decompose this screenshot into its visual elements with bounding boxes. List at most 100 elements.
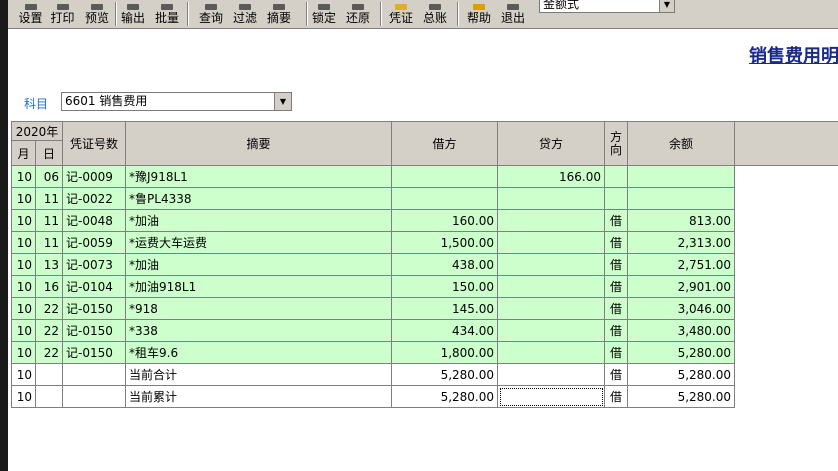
settings-button[interactable]: 设置 <box>16 0 45 27</box>
query-label: 查询 <box>198 11 223 25</box>
direction-cell: 借 <box>604 297 629 320</box>
debit-cell: 1,800.00 <box>391 341 499 364</box>
voucher-cell[interactable]: 记-0104 <box>62 275 127 298</box>
cumulative-row: 10 当前累计 5,280.00 借 5,280.00 <box>11 385 838 408</box>
query-button[interactable]: 查询 <box>196 0 226 27</box>
row-filler <box>734 363 838 386</box>
summary-button[interactable]: 摘要 <box>264 0 294 27</box>
debit-header[interactable]: 借方 <box>391 121 499 166</box>
exit-icon <box>507 4 519 10</box>
credit-header[interactable]: 贷方 <box>497 121 606 166</box>
month-cell: 10 <box>11 165 36 188</box>
voucher-cell[interactable]: 记-0150 <box>62 341 127 364</box>
ledger-table: 2020年 凭证号数 摘要 借方 贷方 方向 余额 月 日 10 06 记-00… <box>10 121 838 408</box>
voucher-cell[interactable]: 记-0150 <box>62 319 127 342</box>
subject-label: 科目 <box>24 97 49 111</box>
lock-icon <box>318 4 330 10</box>
credit-cell[interactable] <box>497 385 606 408</box>
year-header: 2020年 <box>10 121 64 141</box>
restore-icon <box>352 4 364 10</box>
balance-cell: 5,280.00 <box>627 385 736 408</box>
voucher-cell[interactable]: 记-0059 <box>62 231 127 254</box>
table-row[interactable]: 10 22 记-0150 *租车9.6 1,800.00 借 5,280.00 <box>11 341 838 364</box>
lock-button[interactable]: 锁定 <box>309 0 339 27</box>
batch-button[interactable]: 批量 <box>152 0 182 27</box>
direction-cell: 借 <box>604 209 629 232</box>
direction-cell: 借 <box>604 231 629 254</box>
voucher-cell[interactable]: 记-0073 <box>62 253 127 276</box>
help-button[interactable]: 帮助 <box>464 0 494 27</box>
toolbar-separator <box>457 2 459 26</box>
filter-button[interactable]: 过滤 <box>230 0 260 27</box>
table-row[interactable]: 10 22 记-0150 *918 145.00 借 3,046.00 <box>11 297 838 320</box>
row-filler <box>734 165 838 188</box>
debit-cell: 145.00 <box>391 297 499 320</box>
voucher-button[interactable]: 凭证 <box>386 0 416 27</box>
row-filler <box>734 297 838 320</box>
debit-cell: 5,280.00 <box>391 363 499 386</box>
day-cell: 16 <box>34 275 64 298</box>
table-row[interactable]: 10 11 记-0048 *加油 160.00 借 813.00 <box>11 209 838 232</box>
debit-cell: 5,280.00 <box>391 385 499 408</box>
debit-cell <box>391 187 499 210</box>
preview-button[interactable]: 预览 <box>82 0 112 27</box>
window-left-edge <box>0 0 8 471</box>
balance-cell: 813.00 <box>627 209 736 232</box>
day-cell: 13 <box>34 253 64 276</box>
month-cell: 10 <box>11 275 36 298</box>
credit-cell <box>497 209 606 232</box>
voucher-cell[interactable]: 记-0009 <box>62 165 127 188</box>
voucher-cell <box>62 385 127 408</box>
toolbar-separator <box>306 2 308 26</box>
export-button[interactable]: 输出 <box>118 0 148 27</box>
day-cell <box>34 385 64 408</box>
row-filler <box>734 209 838 232</box>
month-header[interactable]: 月 <box>11 140 36 166</box>
ledger-label: 总账 <box>422 11 447 25</box>
voucher-cell[interactable]: 记-0048 <box>62 209 127 232</box>
display-style-select[interactable]: 金额式 ▼ <box>539 0 675 13</box>
voucher-header[interactable]: 凭证号数 <box>62 121 127 166</box>
chevron-down-icon[interactable]: ▼ <box>659 0 674 12</box>
exit-button[interactable]: 退出 <box>498 0 528 27</box>
summary-icon <box>273 4 285 10</box>
table-row[interactable]: 10 06 记-0009 *豫J918L1 166.00 <box>11 165 838 188</box>
subject-select[interactable]: 6601 销售费用 ▼ <box>61 92 292 111</box>
direction-header-label: 方向 <box>610 129 623 157</box>
table-row[interactable]: 10 11 记-0022 *鲁PL4338 <box>11 187 838 210</box>
settings-label: 设置 <box>18 11 43 25</box>
print-button[interactable]: 打印 <box>48 0 77 27</box>
ledger-icon <box>429 4 441 10</box>
table-row[interactable]: 10 13 记-0073 *加油 438.00 借 2,751.00 <box>11 253 838 276</box>
restore-label: 还原 <box>345 11 370 25</box>
total-row: 10 当前合计 5,280.00 借 5,280.00 <box>11 363 838 386</box>
month-cell: 10 <box>11 297 36 320</box>
balance-cell <box>627 165 736 188</box>
summary-cell: *918 <box>125 297 393 320</box>
voucher-cell <box>62 363 127 386</box>
summary-header[interactable]: 摘要 <box>125 121 393 166</box>
day-header[interactable]: 日 <box>34 140 64 166</box>
balance-cell: 2,313.00 <box>627 231 736 254</box>
summary-label: 摘要 <box>266 11 291 25</box>
row-filler <box>734 187 838 210</box>
month-cell: 10 <box>11 319 36 342</box>
ledger-button[interactable]: 总账 <box>420 0 450 27</box>
toolbar-separator <box>380 2 382 26</box>
summary-cell: *运费大车运费 <box>125 231 393 254</box>
table-row[interactable]: 10 16 记-0104 *加油918L1 150.00 借 2,901.00 <box>11 275 838 298</box>
month-cell: 10 <box>11 385 36 408</box>
chevron-down-icon[interactable]: ▼ <box>274 93 291 110</box>
debit-cell: 150.00 <box>391 275 499 298</box>
restore-button[interactable]: 还原 <box>343 0 373 27</box>
table-row[interactable]: 10 22 记-0150 *338 434.00 借 3,480.00 <box>11 319 838 342</box>
voucher-cell[interactable]: 记-0022 <box>62 187 127 210</box>
batch-icon <box>161 4 173 10</box>
month-cell: 10 <box>11 231 36 254</box>
direction-header[interactable]: 方向 <box>604 121 629 166</box>
debit-cell: 434.00 <box>391 319 499 342</box>
voucher-cell[interactable]: 记-0150 <box>62 297 127 320</box>
table-row[interactable]: 10 11 记-0059 *运费大车运费 1,500.00 借 2,313.00 <box>11 231 838 254</box>
day-cell: 11 <box>34 231 64 254</box>
balance-header[interactable]: 余额 <box>627 121 736 166</box>
